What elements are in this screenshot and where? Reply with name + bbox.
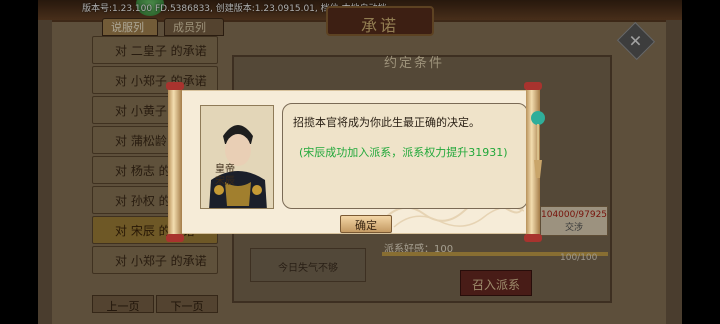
result-message: (宋辰成功加入派系，派系权力提升31931) — [299, 146, 508, 159]
emperor-avatar — [201, 106, 273, 208]
scroll-paper: 皇帝 宋辰 招揽本官将成为你此生最正确的决定。 (宋辰成功加入派系，派系权力提升… — [178, 90, 530, 234]
speech-bubble: 招揽本官将成为你此生最正确的决定。 (宋辰成功加入派系，派系权力提升31931) — [282, 103, 528, 209]
tassel-icon — [531, 111, 545, 178]
dialog-line: 招揽本官将成为你此生最正确的决定。 — [293, 116, 480, 129]
character-portrait: 皇帝 宋辰 — [200, 105, 274, 209]
scroll-rod-left — [166, 82, 184, 242]
confirm-button[interactable]: 确定 — [340, 215, 392, 233]
game-screen: 版本号:1.23.100 FD.5386833, 创建版本:1.23.0915.… — [0, 0, 720, 324]
portrait-name: 皇帝 宋辰 — [215, 164, 235, 187]
scroll-dialog: 皇帝 宋辰 招揽本官将成为你此生最正确的决定。 (宋辰成功加入派系，派系权力提升… — [166, 82, 542, 242]
